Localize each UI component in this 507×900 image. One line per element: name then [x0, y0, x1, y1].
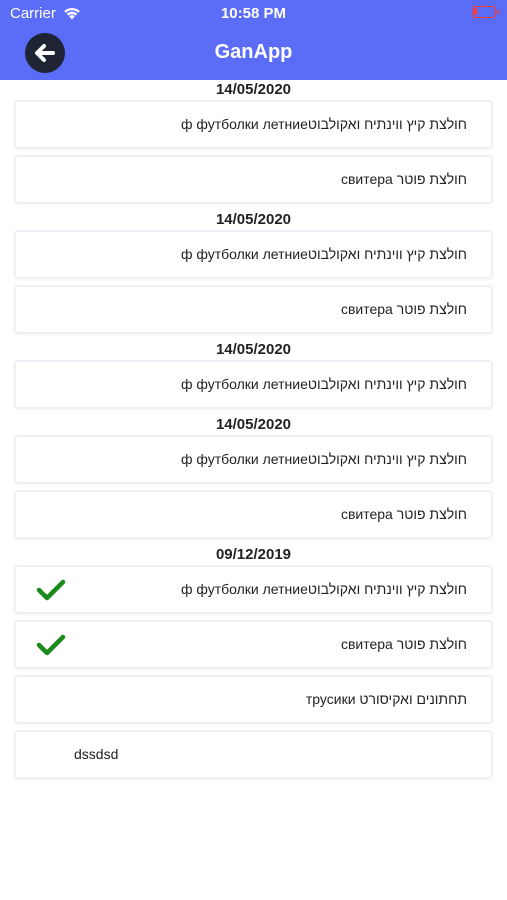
page-title: GanApp	[214, 41, 293, 63]
list-item-label: חולצת פוטר свитера	[340, 171, 467, 187]
status-bar: Carrier 10:58 PM	[0, 0, 507, 28]
date-header: 14/05/2020	[215, 341, 292, 358]
list-item[interactable]: תחתונים ואקיסורט трусики	[14, 675, 493, 724]
date-header: 14/05/2020	[215, 211, 292, 228]
list-item-label: חולצת קיץ ווינתיח ואקולבוטф футболки лет…	[180, 581, 467, 597]
list-item-label: חולצת קיץ ווינתיח ואקולבוטф футболки лет…	[180, 376, 467, 392]
list-item[interactable]: חולצת פוטר свитера	[14, 155, 493, 204]
list-item[interactable]: חולצת קיץ ווינתיח ואקולבוטф футболки лет…	[14, 100, 493, 149]
list-item-label: חולצת פוטר свитера	[340, 506, 467, 522]
date-header: 14/05/2020	[215, 81, 292, 98]
list-item-label: חולצת קיץ ווינתיח ואקולבוטф футболки лет…	[180, 246, 467, 262]
list-item[interactable]: חולצת פוטר свитера	[14, 620, 493, 669]
date-header: 14/05/2020	[215, 416, 292, 433]
list-item[interactable]: חולצת פוטר свитера	[14, 285, 493, 334]
battery-icon	[472, 6, 499, 18]
checkmark-icon	[36, 634, 66, 656]
list-item-label: תחתונים ואקיסורט трусики	[305, 691, 467, 707]
list-item-label: חולצת פוטר свитера	[340, 301, 467, 317]
date-header: 09/12/2019	[215, 546, 292, 563]
checkmark-icon	[36, 579, 66, 601]
order-list: 14/05/2020 חולצת קיץ ווינתיח ואקולבוטф фу…	[0, 80, 507, 785]
status-time: 10:58 PM	[220, 5, 287, 22]
list-item[interactable]: חולצת קיץ ווינתיח ואקולבוטф футболки лет…	[14, 360, 493, 409]
nav-bar: GanApp	[0, 28, 507, 80]
list-item[interactable]: חולצת פוטר свитера	[14, 490, 493, 539]
list-item-label: חולצת קיץ ווינתיח ואקולבוטф футболки лет…	[180, 451, 467, 467]
list-item-label: dssdsd	[74, 746, 119, 762]
list-item[interactable]: חולצת קיץ ווינתיח ואקולבוטф футболки лет…	[14, 565, 493, 614]
list-item-label: חולצת פוטר свитера	[340, 636, 467, 652]
list-item[interactable]: dssdsd	[14, 730, 493, 779]
list-item[interactable]: חולצת קיץ ווינתיח ואקולבוטф футболки лет…	[14, 435, 493, 484]
list-item[interactable]: חולצת קיץ ווינתיח ואקולבוטф футболки лет…	[14, 230, 493, 279]
list-item-label: חולצת קיץ ווינתיח ואקולבוטф футболки лет…	[180, 116, 467, 132]
